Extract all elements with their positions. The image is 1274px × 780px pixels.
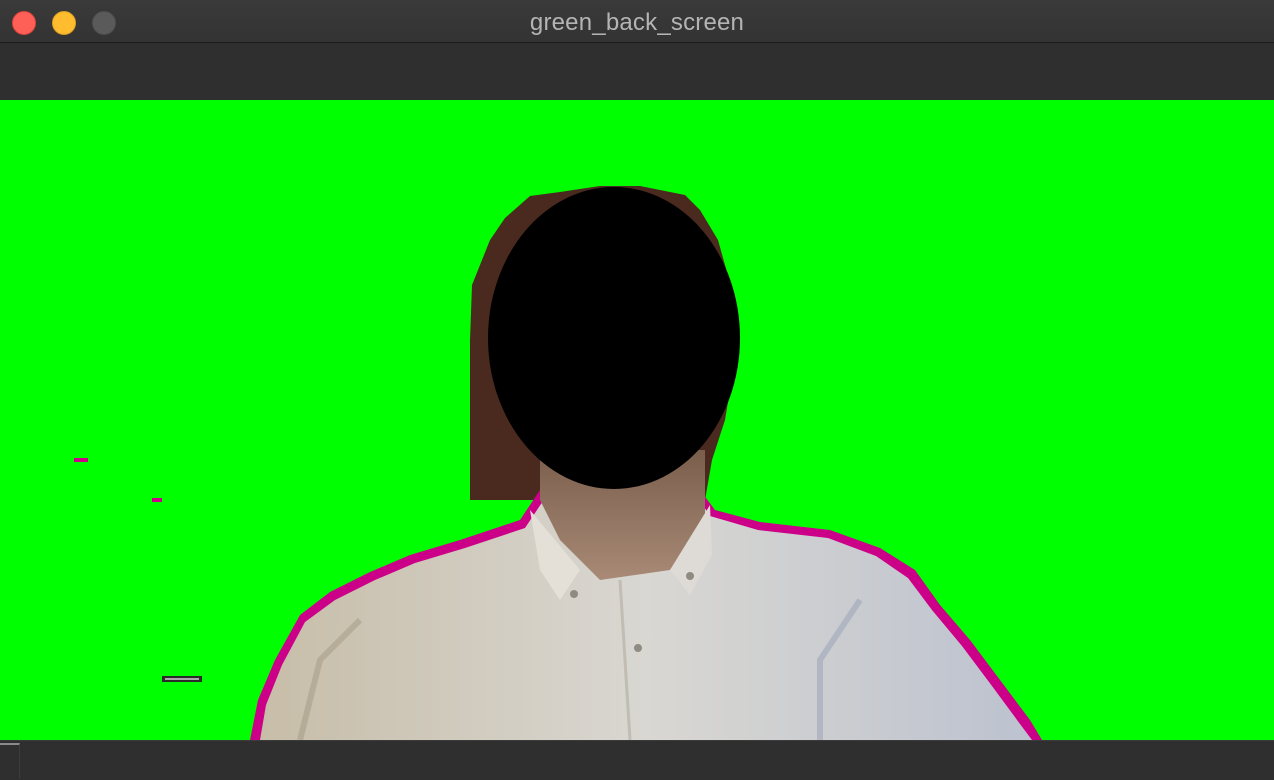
noise-speck bbox=[74, 458, 88, 462]
noise-speck bbox=[165, 678, 199, 680]
toolbar bbox=[0, 43, 1274, 100]
status-bar bbox=[0, 740, 1274, 780]
green-screen-image bbox=[74, 186, 1042, 740]
window-title: green_back_screen bbox=[529, 9, 745, 36]
status-bar-grip bbox=[0, 743, 20, 779]
shirt-button bbox=[686, 572, 694, 580]
face-mask bbox=[488, 187, 740, 489]
video-frame bbox=[0, 100, 1274, 740]
noise-speck bbox=[152, 498, 162, 502]
title-bar[interactable]: green_back_screen bbox=[0, 0, 1274, 43]
shirt-button bbox=[570, 590, 578, 598]
shirt-button bbox=[634, 644, 642, 652]
app-window: green_back_screen bbox=[0, 0, 1274, 780]
